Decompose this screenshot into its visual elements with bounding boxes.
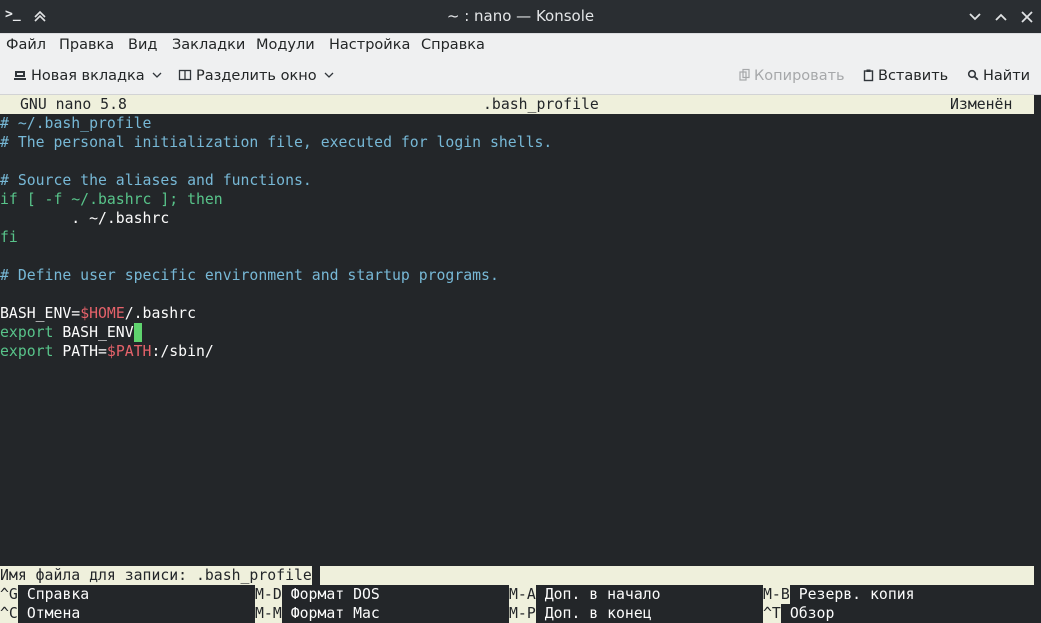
code-token: fi <box>0 229 18 246</box>
shortcut-backup[interactable]: M-B Резерв. копия <box>763 585 915 604</box>
code-line: # Source the aliases and functions. <box>0 171 312 190</box>
search-icon <box>967 69 979 81</box>
shortcut-cancel[interactable]: ^C Отмена <box>0 604 80 623</box>
shortcut-label: Формат DOS <box>290 586 380 603</box>
shortcut-key: ^T <box>763 604 781 623</box>
scrollbar[interactable] <box>1034 95 1041 623</box>
shortcut-key: M-B <box>763 585 790 604</box>
new-tab-label: Новая вкладка <box>31 68 145 84</box>
shortcut-key: ^C <box>0 604 18 623</box>
nano-status: Изменён <box>950 96 1013 113</box>
shortcut-label: Доп. в начало <box>544 586 661 603</box>
code-line: # The personal initialization file, exec… <box>0 133 552 152</box>
new-tab-button[interactable]: Новая вкладка <box>13 58 162 94</box>
code-token: # Source the aliases and functions. <box>0 172 312 189</box>
paste-label: Вставить <box>878 68 949 84</box>
window-title: ~ : nano — Konsole <box>446 7 595 25</box>
code-token: . ~/.bashrc <box>0 210 170 227</box>
konsole-window: >_ ~ : nano — Konsole Файл Правка Вид За… <box>0 0 1041 623</box>
code-line: fi <box>0 228 18 247</box>
paste-button[interactable]: Вставить <box>863 58 948 94</box>
code-line: # ~/.bash_profile <box>0 114 151 133</box>
code-token: :/sbin/ <box>151 343 214 360</box>
filename-prompt[interactable]: Имя файла для записи: .bash_profile <box>0 566 1034 585</box>
code-line: BASH_ENV=$HOME/.bashrc <box>0 304 196 323</box>
find-label: Найти <box>983 68 1031 84</box>
code-line: . ~/.bashrc <box>0 209 169 228</box>
code-token: /.bashrc <box>124 305 197 322</box>
copy-icon <box>739 68 750 81</box>
code-token: export <box>0 324 54 341</box>
code-line: export PATH=$PATH:/sbin/ <box>0 342 214 361</box>
shortcut-label: Резерв. копия <box>798 586 915 603</box>
menu-settings[interactable]: Настройка <box>329 34 410 58</box>
prompt-text: Имя файла для записи: .bash_profile <box>0 567 312 584</box>
terminal-view[interactable]: GNU nano 5.8 .bash_profile Изменён # ~/.… <box>0 95 1041 623</box>
code-token: export <box>0 343 54 360</box>
title-bar[interactable]: >_ ~ : nano — Konsole <box>0 0 1041 33</box>
prompt-cursor <box>311 566 320 585</box>
shortcut-append[interactable]: M-P Доп. в конец <box>509 604 652 623</box>
code-token: $PATH <box>106 343 152 360</box>
shortcut-prepend[interactable]: M-A Доп. в начало <box>509 585 661 604</box>
code-line: if [ -f ~/.bashrc ]; then <box>0 190 223 209</box>
menu-plugins[interactable]: Модули <box>256 34 315 58</box>
maximize-button[interactable] <box>992 8 1010 26</box>
split-view-icon <box>178 69 192 81</box>
shortcut-label: Отмена <box>26 605 81 622</box>
chevron-down-icon[interactable] <box>152 70 162 80</box>
shortcut-key: M-A <box>509 585 536 604</box>
new-tab-icon <box>14 71 26 80</box>
shortcut-dos-format[interactable]: M-D Формат DOS <box>255 585 380 604</box>
minimize-button[interactable] <box>966 8 984 26</box>
find-button[interactable]: Найти <box>967 58 1030 94</box>
shortcut-key: M-P <box>509 604 536 623</box>
code-token: BASH_ENV= <box>0 305 81 322</box>
code-line: export BASH_ENV <box>0 323 142 342</box>
shortcut-label: Справка <box>26 586 90 603</box>
text-cursor <box>133 323 142 342</box>
code-token: PATH= <box>53 343 107 360</box>
menu-view[interactable]: Вид <box>128 34 157 58</box>
shortcut-browse[interactable]: ^T Обзор <box>763 604 834 623</box>
close-button[interactable] <box>1018 8 1036 26</box>
split-view-button[interactable]: Разделить окно <box>178 58 334 94</box>
chevron-down-icon[interactable] <box>324 70 334 80</box>
shortcut-key: M-D <box>255 585 282 604</box>
shortcut-label: Обзор <box>789 605 835 622</box>
menu-edit[interactable]: Правка <box>59 34 114 58</box>
code-token: # Define user specific environment and s… <box>0 267 499 284</box>
shortcut-mac-format[interactable]: M-M Формат Mac <box>255 604 380 623</box>
code-line: # Define user specific environment and s… <box>0 266 499 285</box>
copy-label: Копировать <box>754 68 845 84</box>
shortcut-key: ^G <box>0 585 18 604</box>
nano-version: GNU nano 5.8 <box>20 96 127 113</box>
menu-help[interactable]: Справка <box>421 34 485 58</box>
nano-filename: .bash_profile <box>483 96 599 113</box>
menu-bar: Файл Правка Вид Закладки Модули Настройк… <box>0 33 1041 58</box>
shortcut-label: Формат Mac <box>290 605 380 622</box>
toolbar: Новая вкладка Разделить окно Копировать … <box>0 58 1041 95</box>
nano-header: GNU nano 5.8 .bash_profile Изменён <box>0 95 1034 114</box>
code-token: if [ -f ~/.bashrc ]; then <box>0 191 223 208</box>
menu-bookmarks[interactable]: Закладки <box>172 34 245 58</box>
copy-button[interactable]: Копировать <box>739 58 845 94</box>
code-token: # ~/.bash_profile <box>0 115 152 132</box>
code-token: # The personal initialization file, exec… <box>0 134 553 151</box>
split-view-label: Разделить окно <box>196 68 317 84</box>
shortcut-help[interactable]: ^G Справка <box>0 585 89 604</box>
menu-file[interactable]: Файл <box>6 34 46 58</box>
code-token: $HOME <box>80 305 125 322</box>
shortcut-label: Доп. в конец <box>544 605 652 622</box>
shortcut-key: M-M <box>255 604 282 623</box>
paste-icon <box>863 69 874 82</box>
code-token: BASH_ENV <box>53 324 134 341</box>
